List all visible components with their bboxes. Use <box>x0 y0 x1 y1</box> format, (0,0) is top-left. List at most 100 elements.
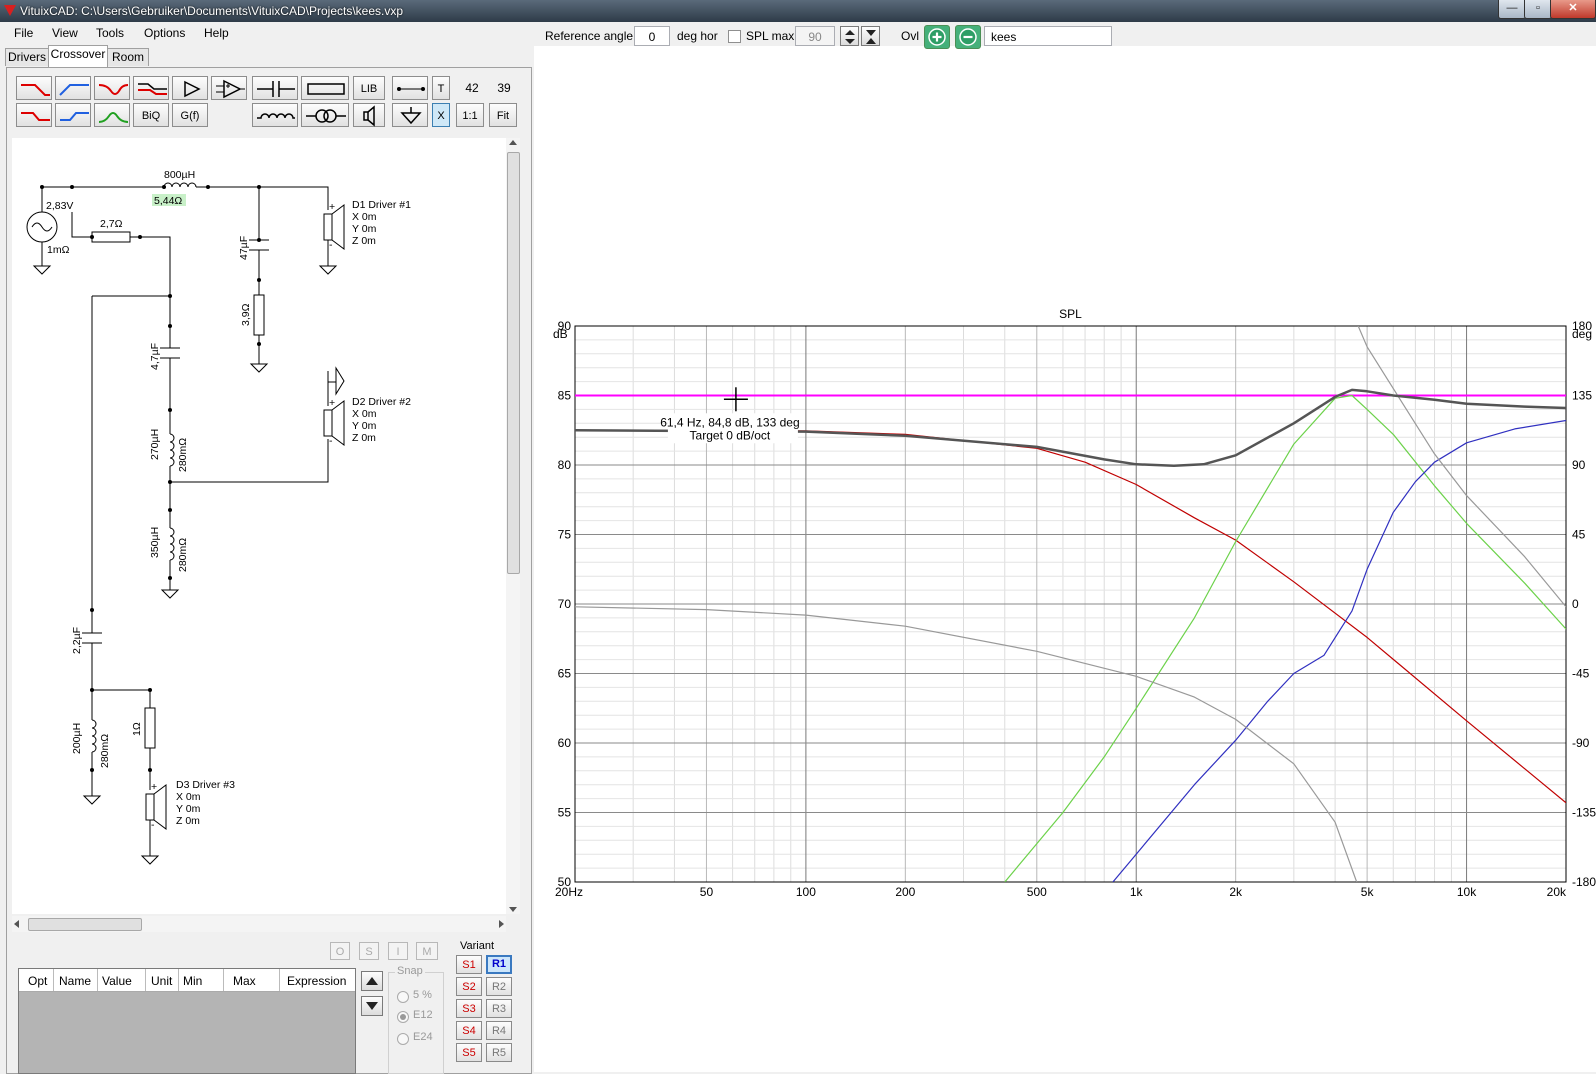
col-opt[interactable]: Opt <box>28 974 47 988</box>
variant-s2-button[interactable]: S2 <box>456 977 482 996</box>
optimize-s-button[interactable]: S <box>359 942 379 960</box>
optimize-m-button[interactable]: M <box>416 942 438 960</box>
ground-button[interactable] <box>392 103 428 127</box>
spl-chart-svg: 20Hz 50 100 200 500 1k 2k 5k 10k 20k5055606570758… <box>553 307 1596 899</box>
variant-s4-button[interactable]: S4 <box>456 1021 482 1040</box>
col-max[interactable]: Max <box>233 974 256 988</box>
d2-name: D2 Driver #2 <box>352 396 411 408</box>
r-divider-label: 2,7Ω <box>100 218 123 230</box>
variant-s1-button[interactable]: S1 <box>456 955 482 974</box>
c-zobel-label: 47µF <box>238 236 250 260</box>
spl-max-input[interactable]: 90 <box>795 26 835 46</box>
overlay-name-input[interactable]: kees <box>984 26 1112 46</box>
tab-drivers[interactable]: Drivers <box>5 48 49 66</box>
shelf-filter-button[interactable] <box>133 76 169 100</box>
text-button[interactable]: T <box>432 76 450 100</box>
l-tweeter-label: 200µH <box>71 723 83 754</box>
optimize-o-button[interactable]: O <box>330 942 350 960</box>
menu-view[interactable]: View <box>52 26 78 40</box>
menu-help[interactable]: Help <box>204 26 229 40</box>
library-button[interactable]: LIB <box>353 76 385 100</box>
variant-r4-button[interactable]: R4 <box>486 1021 512 1040</box>
highpass-filter-button[interactable] <box>55 76 91 100</box>
schematic-horizontal-scrollbar[interactable] <box>12 916 506 932</box>
l-mid1-resistance-label: 280mΩ <box>177 438 189 472</box>
schematic-vertical-scrollbar[interactable] <box>506 138 520 914</box>
arrow-up-icon <box>366 977 378 985</box>
variant-r5-button[interactable]: R5 <box>486 1043 512 1062</box>
lowpass-allpass-button[interactable] <box>16 103 52 127</box>
variant-s3-button[interactable]: S3 <box>456 999 482 1018</box>
snap-e24-radio[interactable] <box>397 1033 409 1045</box>
snap-e24-label: E24 <box>413 1031 433 1043</box>
col-value[interactable]: Value <box>102 974 132 988</box>
variant-r2-button[interactable]: R2 <box>486 977 512 996</box>
bandpass-filter-button[interactable] <box>94 103 130 127</box>
move-down-button[interactable] <box>361 996 383 1016</box>
col-unit[interactable]: Unit <box>151 974 172 988</box>
lowpass-filter-button[interactable] <box>16 76 52 100</box>
restore-button[interactable]: ▫ <box>1524 0 1552 19</box>
vertical-scroll-thumb[interactable] <box>507 152 520 574</box>
add-overlay-button[interactable] <box>924 25 950 49</box>
opamp-button[interactable] <box>211 76 247 100</box>
inductor-button[interactable] <box>252 103 298 127</box>
zoom-1to1-button[interactable]: 1:1 <box>456 103 484 127</box>
scroll-up-icon[interactable] <box>509 140 517 145</box>
spl-range-button[interactable] <box>861 26 880 46</box>
close-button[interactable]: ✕ <box>1550 0 1596 19</box>
d2-y: Y 0m <box>352 420 377 432</box>
snap-5pct-radio[interactable] <box>397 991 409 1003</box>
transformer-button[interactable] <box>301 103 349 127</box>
col-expression[interactable]: Expression <box>287 974 346 988</box>
capacitor-button[interactable] <box>252 76 298 100</box>
tab-crossover[interactable]: Crossover <box>48 45 108 67</box>
resistor-button[interactable] <box>301 76 349 100</box>
biquad-button[interactable]: BiQ <box>133 103 169 127</box>
y2-axis-unit: deg <box>1572 327 1592 341</box>
tab-room[interactable]: Room <box>107 48 149 66</box>
menu-options[interactable]: Options <box>144 26 185 40</box>
wire-button[interactable] <box>392 76 428 100</box>
spl-chart[interactable]: 20Hz 50 100 200 500 1k 2k 5k 10k 20k 50 55 60 65 70 75 8… <box>540 300 1596 903</box>
transfer-function-button[interactable]: G(f) <box>172 103 208 127</box>
zoom-fit-button[interactable]: Fit <box>489 103 517 127</box>
reference-angle-input[interactable]: 0 <box>634 26 670 46</box>
x-tick-label: 200 <box>895 885 915 899</box>
l-tweeter-resistance-label: 280mΩ <box>99 734 111 768</box>
snap-e12-radio[interactable] <box>397 1011 409 1023</box>
schematic-canvas[interactable]: 800µH 5,44Ω 2,83V 1mΩ 2,7Ω 47µF 3,9Ω 4,7… <box>12 138 506 914</box>
scroll-down-icon[interactable] <box>509 907 517 912</box>
col-name[interactable]: Name <box>59 974 91 988</box>
highpass-allpass-button[interactable] <box>55 103 91 127</box>
minimize-button[interactable]: — <box>1498 0 1526 19</box>
scroll-left-icon[interactable] <box>14 920 19 928</box>
variant-r3-button[interactable]: R3 <box>486 999 512 1018</box>
source-resistance-label: 1mΩ <box>47 244 70 256</box>
optimizer-table[interactable]: Opt Name Value Unit Min Max Expression <box>18 968 356 1074</box>
source-voltage-label: 2,83V <box>46 200 73 212</box>
variant-s5-button[interactable]: S5 <box>456 1043 482 1062</box>
notch-filter-button[interactable] <box>94 76 130 100</box>
spl-max-updown-button[interactable] <box>840 26 859 46</box>
app-logo-icon <box>4 5 16 16</box>
menu-file[interactable]: File <box>14 26 33 40</box>
series-line-2 <box>1004 394 1566 882</box>
menu-tools[interactable]: Tools <box>96 26 124 40</box>
delete-button[interactable]: X <box>432 103 450 127</box>
driver-button[interactable] <box>353 103 385 127</box>
l-series-label: 800µH <box>164 169 195 181</box>
crossover-schematic: 800µH 5,44Ω 2,83V 1mΩ 2,7Ω 47µF 3,9Ω 4,7… <box>26 169 411 865</box>
r-tweeter-label: 1Ω <box>131 722 143 736</box>
scroll-right-icon[interactable] <box>499 920 504 928</box>
remove-overlay-button[interactable] <box>955 25 981 49</box>
spl-max-checkbox[interactable] <box>728 30 741 43</box>
optimize-i-button[interactable]: I <box>388 942 408 960</box>
buffer-button[interactable] <box>172 76 208 100</box>
horizontal-scroll-thumb[interactable] <box>28 918 142 931</box>
variant-r1-button[interactable]: R1 <box>486 955 512 974</box>
move-up-button[interactable] <box>361 971 383 991</box>
col-min[interactable]: Min <box>183 974 202 988</box>
d1-y: Y 0m <box>352 223 377 235</box>
d1-x: X 0m <box>352 211 377 223</box>
